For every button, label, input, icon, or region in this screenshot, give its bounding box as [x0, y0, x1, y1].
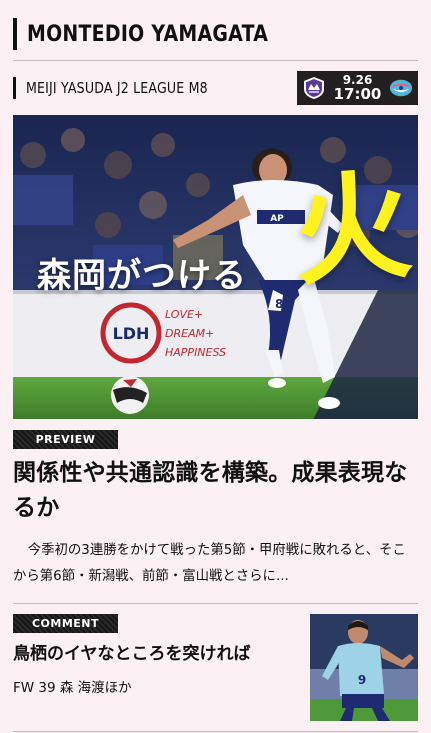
svg-text:DREAM+: DREAM+	[165, 327, 214, 340]
match-info-row[interactable]: MEIJI YASUDA J2 LEAGUE M8 9.26 17:00	[13, 70, 418, 106]
board-logo: LDH	[113, 324, 150, 343]
montedio-crest-icon	[302, 76, 326, 100]
comment-badge: COMMENT	[13, 614, 118, 633]
team-name: MONTEDIO YAMAGATA	[27, 21, 269, 47]
league-label: MEIJI YASUDA J2 LEAGUE M8	[26, 79, 208, 97]
preview-badge: PREVIEW	[13, 430, 118, 449]
comment-title[interactable]: 鳥栖のイヤなところを突ければ	[13, 640, 298, 668]
match-datetime: 9.26 17:00	[334, 74, 382, 102]
divider	[13, 603, 418, 604]
preview-excerpt: 今季初の3連勝をかけて戦った第5節・甲府戦に敗れると、そこから第6節・新潟戦、前…	[13, 543, 406, 584]
thumb-shirt-number: 9	[358, 673, 366, 687]
match-box[interactable]: 9.26 17:00	[297, 71, 418, 105]
sagan-crest-icon	[389, 76, 413, 100]
comment-thumbnail[interactable]: 9	[310, 614, 418, 721]
shirt-sponsor: AP	[270, 214, 284, 224]
comment-thumbnail-photo: 9	[310, 614, 418, 721]
hero-overlay-text: 森岡がつける	[37, 256, 247, 296]
section-header: MONTEDIO YAMAGATA	[13, 18, 418, 50]
comment-subtitle: FW 39 森 海渡ほか	[13, 680, 132, 696]
shorts-number: 8	[275, 297, 283, 311]
match-time: 17:00	[333, 85, 382, 103]
divider	[13, 60, 418, 61]
league-label-wrap: MEIJI YASUDA J2 LEAGUE M8	[13, 77, 242, 99]
preview-headline[interactable]: 関係性や共通認識を構築。成果表現なるか	[13, 456, 418, 526]
divider	[13, 731, 418, 732]
svg-text:HAPPINESS: HAPPINESS	[165, 346, 226, 359]
hero-image[interactable]: LDH LOVE+ DREAM+ HAPPINESS AP 8 森岡がつける 火	[13, 115, 418, 419]
svg-text:LOVE+: LOVE+	[165, 308, 203, 321]
hero-overlay-big: 火	[288, 156, 416, 302]
